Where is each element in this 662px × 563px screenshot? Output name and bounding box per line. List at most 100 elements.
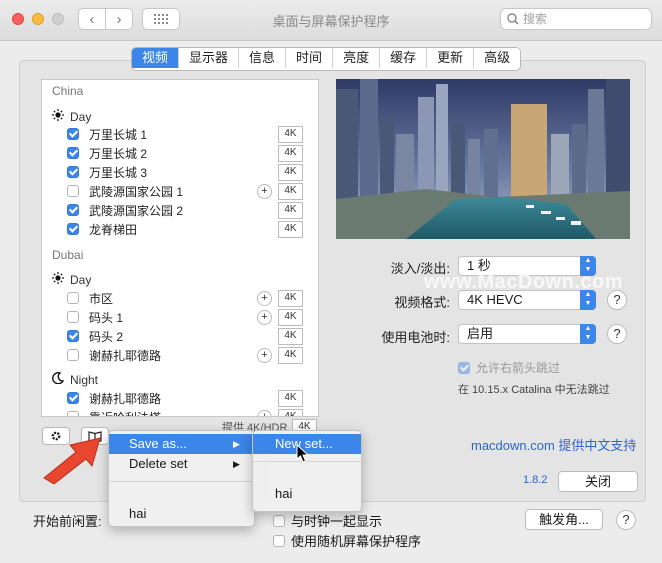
save-as-menu-item[interactable]: Save as... ▶	[109, 434, 254, 454]
sun-icon	[52, 109, 64, 124]
battery-label: 使用电池时:	[381, 330, 450, 345]
submenu-arrow-icon: ▶	[233, 439, 240, 449]
video-checkbox[interactable]	[67, 392, 79, 404]
close-button[interactable]: 关闭	[558, 471, 638, 492]
video-checkbox[interactable]	[67, 166, 79, 178]
tab-updates[interactable]: 更新	[427, 48, 475, 68]
delete-set-menu-item[interactable]: Delete set ▶	[109, 454, 254, 474]
time-of-day-header: Day	[52, 272, 91, 287]
video-row[interactable]: 谢赫扎耶德路 4K	[67, 389, 303, 407]
video-checkbox[interactable]	[67, 330, 79, 342]
video-name: 万里长城 2	[89, 146, 148, 161]
tab-advanced[interactable]: 高级	[474, 48, 521, 68]
video-checkbox[interactable]	[67, 147, 79, 159]
resolution-badge: 4K	[278, 327, 303, 345]
video-name: 万里长城 3	[89, 165, 148, 180]
submenu-arrow-icon: ▶	[233, 459, 240, 469]
video-name: 谢赫扎耶德路	[89, 348, 162, 363]
video-checkbox[interactable]	[67, 128, 79, 140]
battery-help-button[interactable]: ?	[607, 324, 627, 344]
video-checkbox[interactable]	[67, 349, 79, 361]
battery-value: 启用	[467, 326, 494, 341]
video-checkbox[interactable]	[67, 204, 79, 216]
time-of-day-label: Night	[70, 372, 99, 387]
video-sets-menu: Save as... ▶ Delete set ▶ hai	[108, 430, 255, 527]
search-icon	[507, 13, 519, 25]
video-row[interactable]: 码头 1 +4K	[67, 308, 303, 326]
video-name: 武陵源国家公园 1	[89, 184, 184, 199]
catalina-note: 在 10.15.x Catalina 中无法跳过	[458, 384, 610, 396]
video-list[interactable]: China Day 万里长城 1 4K 万里长城 2 4K 万里长城 3 4K 武陵源国家公园 …	[41, 79, 319, 417]
resolution-badge: 4K	[278, 125, 303, 143]
add-icon[interactable]: +	[257, 409, 272, 416]
video-row[interactable]: 万里长城 1 4K	[67, 125, 303, 143]
video-format-label: 视频格式:	[394, 295, 450, 310]
tab-display[interactable]: 显示器	[179, 48, 240, 68]
hot-corners-button[interactable]: 触发角...	[525, 509, 603, 530]
watermark: www.MacDown.com	[424, 271, 624, 293]
video-checkbox[interactable]	[67, 292, 79, 304]
video-row[interactable]: 万里长城 3 4K	[67, 163, 303, 181]
allow-skip-checkbox[interactable]: 允许右箭头跳过	[458, 359, 560, 376]
add-icon[interactable]: +	[257, 183, 272, 199]
time-of-day-header: Night	[52, 372, 98, 387]
video-format-value: 4K HEVC	[467, 292, 523, 307]
tab-info[interactable]: 信息	[239, 48, 287, 68]
resolution-badge: 4K	[278, 144, 303, 162]
video-row[interactable]: 万里长城 2 4K	[67, 144, 303, 162]
group-header: China	[52, 84, 84, 98]
video-preview-image	[336, 79, 630, 239]
resolution-badge: 4K	[278, 163, 303, 181]
add-icon[interactable]: +	[257, 347, 272, 363]
video-row[interactable]: 武陵源国家公园 1 +4K	[67, 182, 303, 200]
video-row[interactable]: 龙脊梯田 4K	[67, 220, 303, 238]
time-of-day-header: Day	[52, 109, 91, 124]
tab-time[interactable]: 时间	[286, 48, 334, 68]
video-name: 龙脊梯田	[89, 222, 138, 237]
video-checkbox[interactable]	[67, 223, 79, 235]
tab-brightness[interactable]: 亮度	[333, 48, 381, 68]
tab-bar: 视频 显示器 信息 时间 亮度 缓存 更新 高级	[131, 47, 522, 71]
moon-icon	[52, 372, 65, 387]
checkbox	[273, 514, 285, 527]
support-link[interactable]: macdown.com 提供中文支持	[471, 435, 636, 454]
set-hai-menu-item[interactable]: hai	[129, 504, 146, 524]
mouse-cursor-icon	[296, 444, 310, 463]
resolution-badge: 4K	[278, 182, 303, 200]
red-arrow-annotation-icon	[43, 437, 101, 484]
resolution-badge: 4K	[278, 346, 303, 364]
add-icon[interactable]: +	[257, 290, 272, 306]
video-name: 万里长城 1	[89, 127, 148, 142]
save-as-label: Save as...	[129, 436, 187, 451]
sun-icon	[52, 272, 64, 287]
video-name: 码头 2	[89, 329, 124, 344]
battery-popup[interactable]: 启用 ▲ ▼	[458, 324, 596, 344]
resolution-badge: 4K	[278, 201, 303, 219]
video-row[interactable]: 谢赫扎耶德路 +4K	[67, 346, 303, 364]
video-checkbox[interactable]	[67, 411, 79, 416]
show-clock-checkbox[interactable]: 与时钟一起显示	[273, 511, 382, 530]
checkbox	[458, 361, 470, 374]
random-saver-checkbox[interactable]: 使用随机屏幕保护程序	[273, 531, 421, 550]
group-header: Dubai	[52, 248, 84, 262]
tab-video[interactable]: 视频	[132, 48, 180, 68]
overwrite-hai-menu-item[interactable]: hai	[275, 484, 292, 504]
checkbox	[273, 534, 285, 547]
search-field[interactable]: 搜索	[500, 8, 652, 30]
tab-cache[interactable]: 缓存	[380, 48, 428, 68]
add-icon[interactable]: +	[257, 309, 272, 325]
video-row[interactable]: 市区 +4K	[67, 289, 303, 307]
delete-set-label: Delete set	[129, 456, 188, 471]
video-checkbox[interactable]	[67, 311, 79, 323]
menu-separator	[109, 481, 254, 482]
resolution-badge: 4K	[278, 289, 303, 307]
updown-arrows-icon: ▲ ▼	[580, 324, 596, 344]
video-row[interactable]: 武陵源国家公园 2 4K	[67, 201, 303, 219]
video-checkbox[interactable]	[67, 185, 79, 197]
video-row[interactable]: 码头 2 4K	[67, 327, 303, 345]
idle-label: 开始前闲置:	[33, 514, 102, 529]
bottom-help-button[interactable]: ?	[616, 510, 636, 530]
random-saver-label: 使用随机屏幕保护程序	[291, 534, 422, 549]
video-row[interactable]: 靠近哈利法塔+4K	[67, 408, 303, 416]
video-name: 码头 1	[89, 310, 124, 325]
